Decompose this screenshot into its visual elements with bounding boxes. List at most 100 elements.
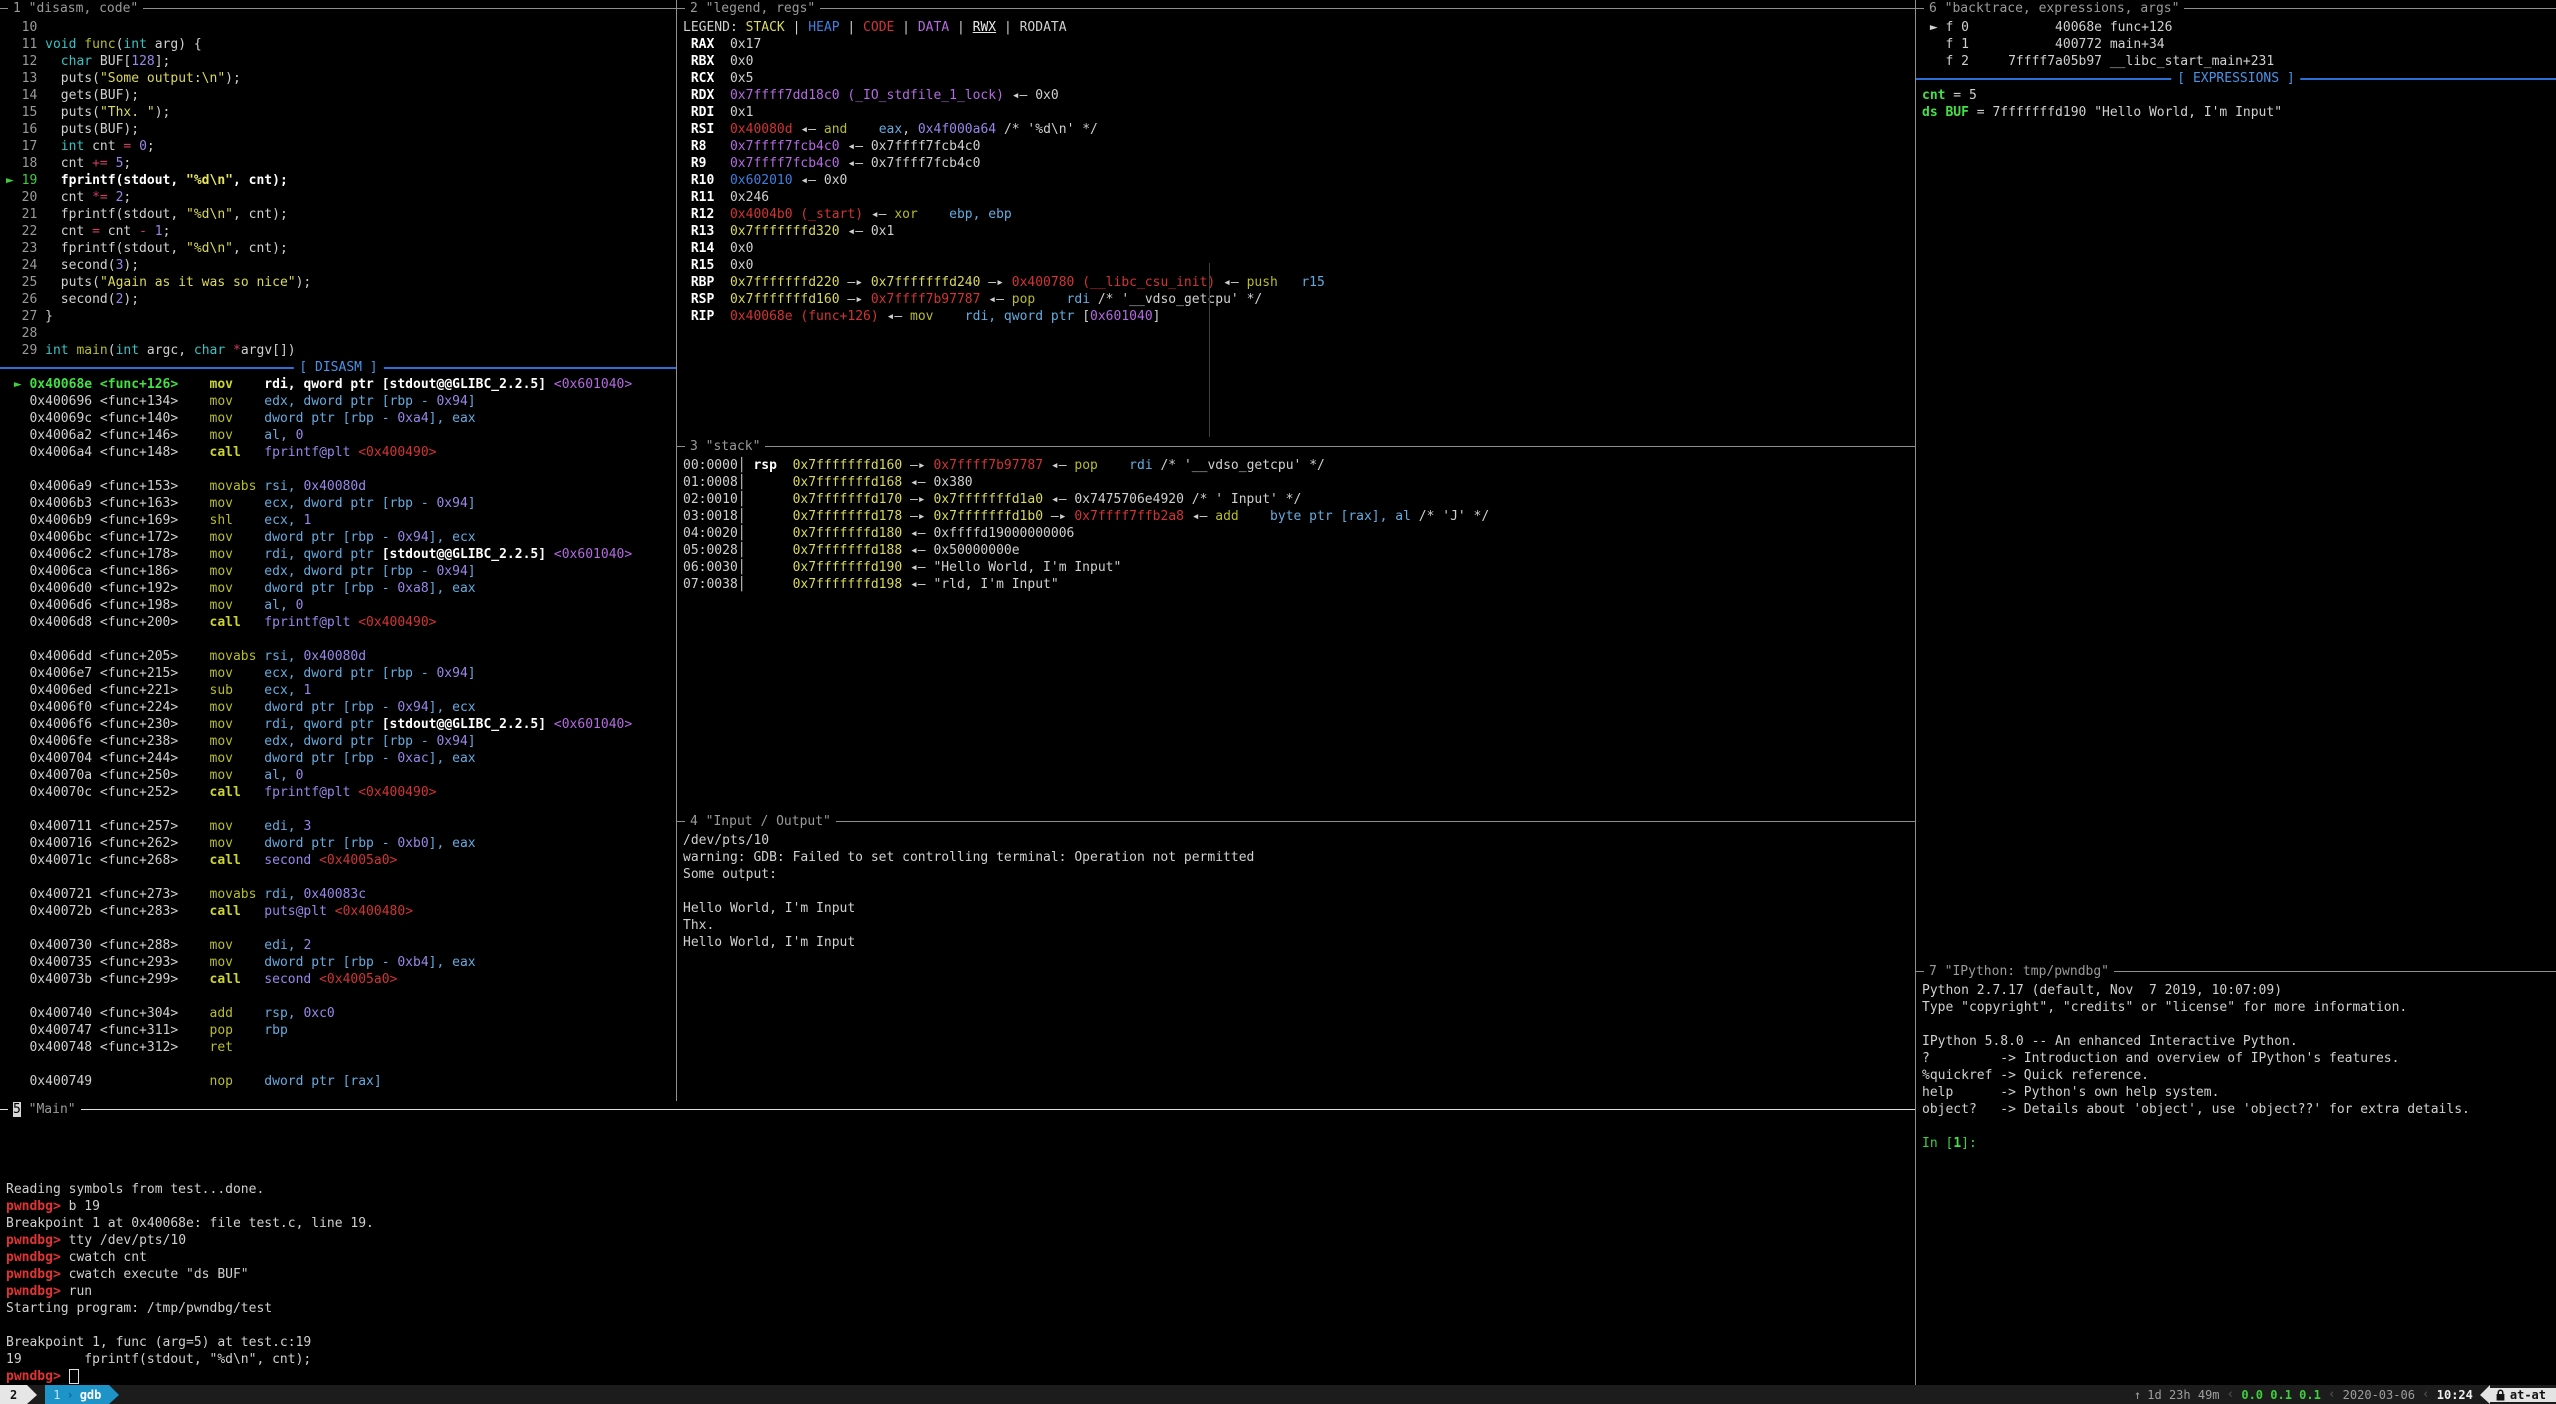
terminal-line — [6, 920, 677, 937]
terminal-line: IPython 5.8.0 -- An enhanced Interactive… — [1922, 1033, 2556, 1050]
text-segment — [178, 377, 209, 392]
text-segment: 0x94 — [436, 564, 467, 579]
terminal-line: Hello World, I'm Input — [683, 934, 1916, 951]
text-segment — [241, 615, 264, 630]
text-segment: pwndbg> — [6, 1250, 69, 1265]
text-segment: al, — [264, 598, 295, 613]
terminal-line: Starting program: /tmp/pwndbg/test — [6, 1300, 1916, 1317]
text-segment: 0x94 — [397, 700, 428, 715]
text-segment: 22 — [6, 224, 45, 239]
text-segment — [233, 751, 264, 766]
terminal-line: pwndbg> — [6, 1368, 1916, 1385]
text-segment: sub — [210, 683, 233, 698]
text-segment — [233, 530, 264, 545]
window-index: 1 — [53, 1388, 60, 1402]
text-segment: 0x94 — [397, 530, 428, 545]
text-segment: 0x40073b <func+299> — [6, 972, 210, 987]
pane-border-top[interactable] — [677, 8, 1916, 9]
terminal-line: pwndbg> cwatch cnt — [6, 1249, 1916, 1266]
text-segment: dword ptr [rbp - — [264, 700, 397, 715]
text-segment: xor — [894, 207, 917, 222]
text-segment: ] — [468, 394, 476, 409]
text-segment: /* '__vdso_getcpu' */ — [1153, 458, 1325, 473]
text-segment: 0xc0 — [303, 1006, 334, 1021]
text-segment: 20 — [6, 190, 45, 205]
text-segment: ◂— 0x0 — [1004, 88, 1059, 103]
text-segment: mov — [210, 700, 233, 715]
session-name-badge[interactable]: 2 — [0, 1385, 27, 1404]
pane-border-top[interactable] — [677, 821, 1916, 822]
pane-border-top[interactable] — [677, 446, 1916, 447]
text-segment: 0x94 — [436, 496, 467, 511]
text-segment — [233, 598, 264, 613]
pane-border-top-active[interactable] — [0, 1109, 1916, 1110]
text-segment: 0x4006d8 <func+200> — [6, 615, 210, 630]
text-segment: <0x400490> — [358, 785, 436, 800]
text-segment — [233, 819, 264, 834]
text-segment: ] — [468, 496, 476, 511]
text-segment: 0x4006ed <func+221> — [6, 683, 210, 698]
terminal-line: 0x4006ed <func+221> sub ecx, 1 — [6, 682, 677, 699]
terminal-line: 0x400711 <func+257> mov edi, 3 — [6, 818, 677, 835]
text-segment: int — [116, 343, 139, 358]
text-segment: 0x0 — [730, 241, 753, 256]
terminal-line: 0x4006b9 <func+169> shl ecx, 1 — [6, 512, 677, 529]
text-segment: 0x7fffffffd180 — [793, 526, 903, 541]
text-segment: * — [233, 343, 241, 358]
source-code-listing: 10 11 void func(int arg) { 12 char BUF[1… — [6, 19, 677, 359]
text-segment — [233, 938, 264, 953]
text-segment: ◂— 0x7ffff7fcb4c0 — [840, 156, 981, 171]
text-segment: pwndbg> — [6, 1369, 69, 1384]
terminal-line: 0x40071c <func+268> call second <0x4005a… — [6, 852, 677, 869]
pane-main-gdb[interactable]: 5 "Main" Reading symbols from test...don… — [0, 1101, 1916, 1385]
text-segment — [546, 547, 554, 562]
pane-backtrace-expressions[interactable]: 6 "backtrace, expressions, args" ► f 0 4… — [1916, 0, 2556, 963]
ipython-listing[interactable]: Python 2.7.17 (default, Nov 7 2019, 10:0… — [1922, 982, 2556, 1152]
text-segment: RIP — [683, 309, 730, 324]
text-segment: 0x7fffffffd170 — [793, 492, 903, 507]
text-segment — [1098, 458, 1129, 473]
text-segment: ], eax — [429, 836, 476, 851]
pane-disasm-code[interactable]: 1 "disasm, code" 10 11 void func(int arg… — [0, 0, 677, 1101]
pane-ipython[interactable]: 7 "IPython: tmp/pwndbg" Python 2.7.17 (d… — [1916, 963, 2556, 1385]
terminal-line: In [1]: — [1922, 1135, 2556, 1152]
pane-border-vertical-left[interactable] — [676, 0, 677, 1101]
text-segment: mov — [210, 530, 233, 545]
text-segment: nop — [210, 1074, 233, 1089]
terminal-line: %quickref -> Quick reference. — [1922, 1067, 2556, 1084]
text-segment: 0x0 — [730, 54, 753, 69]
text-segment: 0x7fffffffd190 — [793, 560, 903, 575]
text-segment: ] — [1153, 309, 1161, 324]
text-segment: 0x4006f6 <func+230> — [6, 717, 210, 732]
text-segment: = 7fffffffd190 "Hello World, I'm Input" — [1969, 105, 2282, 120]
terminal-line: 0x40069c <func+140> mov dword ptr [rbp -… — [6, 410, 677, 427]
text-segment: RBP — [683, 275, 730, 290]
text-segment: int — [61, 139, 84, 154]
text-segment: pwndbg> — [6, 1267, 69, 1282]
text-segment: R13 — [683, 224, 730, 239]
text-segment: 0x4006c2 <func+178> — [6, 547, 210, 562]
terminal-line: 18 cnt += 5; — [6, 155, 677, 172]
text-segment — [233, 564, 264, 579]
text-segment: ); — [123, 258, 139, 273]
text-segment: 0x4006a4 <func+148> — [6, 445, 210, 460]
text-segment: = 5 — [1945, 88, 1976, 103]
text-segment: 0x7fffffffd160 — [793, 458, 903, 473]
text-segment: "%d\n" — [186, 207, 233, 222]
text-segment — [225, 343, 233, 358]
gdb-console-listing[interactable]: Reading symbols from test...done.pwndbg>… — [6, 1113, 1916, 1385]
text-segment: warning: GDB: Failed to set controlling … — [683, 850, 1254, 865]
pane-legend-regs[interactable]: 2 "legend, regs" LEGEND: STACK | HEAP | … — [677, 0, 1916, 438]
expressions-separator: [ EXPRESSIONS ] — [1916, 70, 2556, 87]
text-segment: puts@plt — [264, 904, 334, 919]
text-segment: ◂— — [1215, 275, 1246, 290]
pane-input-output[interactable]: 4 "Input / Output" /dev/pts/10warning: G… — [677, 813, 1916, 1101]
window-tab-gdb[interactable]: 1 › gdb — [45, 1385, 109, 1404]
text-segment: mov — [210, 564, 233, 579]
text-segment: mov — [910, 309, 933, 324]
pane-stack[interactable]: 3 "stack" 00:0000│ rsp 0x7fffffffd160 —▸… — [677, 438, 1916, 813]
pane-border-vertical-right[interactable] — [1915, 0, 1916, 1385]
text-segment: byte ptr [rax], al — [1270, 509, 1411, 524]
text-segment: 0xb0 — [397, 836, 428, 851]
text-segment: cnt — [45, 190, 92, 205]
